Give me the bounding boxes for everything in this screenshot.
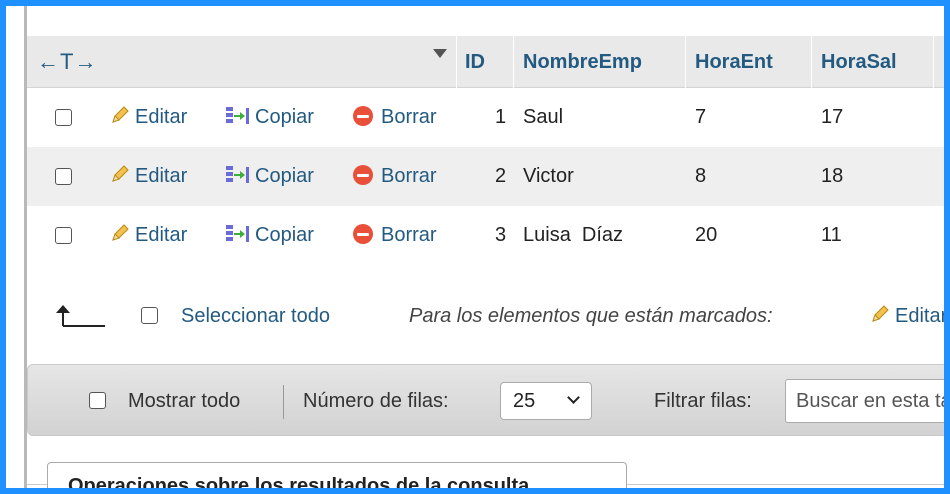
cell-horasal[interactable]: 11 <box>821 206 842 265</box>
copy-button[interactable]: Copiar <box>225 206 314 265</box>
select-all-checkbox[interactable] <box>141 307 158 324</box>
copy-button[interactable]: Copiar <box>225 88 314 147</box>
column-toggle-arrows[interactable]: ←T→ <box>37 36 97 88</box>
show-all-label[interactable]: Mostrar todo <box>128 365 240 437</box>
table-row: Editar Copiar Borrar 1 Saul 7 17 <box>27 88 944 147</box>
pencil-icon <box>109 91 131 123</box>
pencil-icon <box>869 289 891 322</box>
edit-label: Editar <box>135 106 188 128</box>
delete-icon <box>353 106 373 126</box>
delete-label: Borrar <box>381 165 437 187</box>
header-separator <box>456 36 457 88</box>
edit-button[interactable]: Editar <box>109 88 187 147</box>
delete-icon <box>353 224 373 244</box>
copy-button[interactable]: Copiar <box>225 147 314 206</box>
row-checkbox[interactable] <box>55 168 72 185</box>
edit-label: Editar <box>135 165 188 187</box>
cell-nombreemp[interactable]: Luisa Díaz <box>523 206 623 265</box>
rows-per-page-value: 25 <box>513 390 536 412</box>
edit-label: Editar <box>135 224 188 246</box>
bulk-actions: Seleccionar todo Para los elementos que … <box>27 286 944 346</box>
column-header-horasal[interactable]: HoraSal <box>821 36 897 88</box>
row-checkbox[interactable] <box>55 109 72 126</box>
cell-nombreemp[interactable]: Saul <box>523 88 563 147</box>
select-all-link[interactable]: Seleccionar todo <box>181 286 330 346</box>
copy-insert-icon <box>225 92 251 124</box>
header-separator <box>513 36 514 88</box>
delete-icon <box>353 165 373 185</box>
cell-horaent[interactable]: 7 <box>695 88 706 147</box>
bulk-edit-label: Editar <box>895 305 944 327</box>
filter-rows-search[interactable] <box>785 379 944 423</box>
marked-items-label: Para los elementos que están marcados: <box>409 305 773 327</box>
pencil-icon <box>109 209 131 241</box>
navigation-bar: Mostrar todo Número de filas: 25 Filtrar… <box>27 364 944 436</box>
rows-per-page-select[interactable]: 25 <box>500 382 592 420</box>
navbar-divider <box>283 385 284 419</box>
row-checkbox[interactable] <box>55 227 72 244</box>
arrow-up-left-icon <box>53 286 109 346</box>
filter-rows-input[interactable] <box>786 380 944 422</box>
delete-label: Borrar <box>381 224 437 246</box>
chevron-down-icon <box>567 391 580 404</box>
copy-label: Copiar <box>255 165 314 187</box>
pencil-icon <box>109 150 131 182</box>
table-row: Editar Copiar Borrar 2 Victor 8 18 <box>27 147 944 206</box>
cell-horasal[interactable]: 18 <box>821 147 843 206</box>
rows-count-label: Número de filas: <box>303 390 449 412</box>
copy-insert-icon <box>225 210 251 242</box>
cell-id[interactable]: 3 <box>495 206 506 265</box>
cell-horaent[interactable]: 8 <box>695 147 706 206</box>
column-header-id[interactable]: ID <box>465 36 485 88</box>
cell-id[interactable]: 1 <box>495 88 506 147</box>
copy-insert-icon <box>225 151 251 183</box>
edit-button[interactable]: Editar <box>109 147 187 206</box>
table-row: Editar Copiar Borrar 3 Luisa Díaz 20 11 <box>27 206 944 265</box>
copy-label: Copiar <box>255 106 314 128</box>
column-header-nombreemp[interactable]: NombreEmp <box>523 36 642 88</box>
operations-panel: Operaciones sobre los resultados de la c… <box>47 462 627 488</box>
header-separator <box>685 36 686 88</box>
results-panel: ←T→ ID NombreEmp HoraEnt HoraSal Editar <box>27 6 944 488</box>
screenshot-frame: ←T→ ID NombreEmp HoraEnt HoraSal Editar <box>0 0 950 494</box>
cell-horaent[interactable]: 20 <box>695 206 717 265</box>
column-header-horaent[interactable]: HoraEnt <box>695 36 773 88</box>
header-separator <box>933 36 934 88</box>
cell-id[interactable]: 2 <box>495 147 506 206</box>
edit-button[interactable]: Editar <box>109 206 187 265</box>
delete-button[interactable]: Borrar <box>353 147 437 206</box>
delete-label: Borrar <box>381 106 437 128</box>
filter-rows-label: Filtrar filas: <box>654 390 752 412</box>
delete-button[interactable]: Borrar <box>353 88 437 147</box>
operations-title: Operaciones sobre los resultados de la c… <box>68 475 530 488</box>
table-header: ←T→ ID NombreEmp HoraEnt HoraSal <box>27 36 944 88</box>
delete-button[interactable]: Borrar <box>353 206 437 265</box>
show-all-checkbox[interactable] <box>89 392 106 409</box>
cell-horasal[interactable]: 17 <box>821 88 843 147</box>
sort-dropdown-icon[interactable] <box>433 49 447 58</box>
header-separator <box>811 36 812 88</box>
bulk-edit-button[interactable]: Editar <box>869 286 944 346</box>
cell-nombreemp[interactable]: Victor <box>523 147 574 206</box>
copy-label: Copiar <box>255 224 314 246</box>
